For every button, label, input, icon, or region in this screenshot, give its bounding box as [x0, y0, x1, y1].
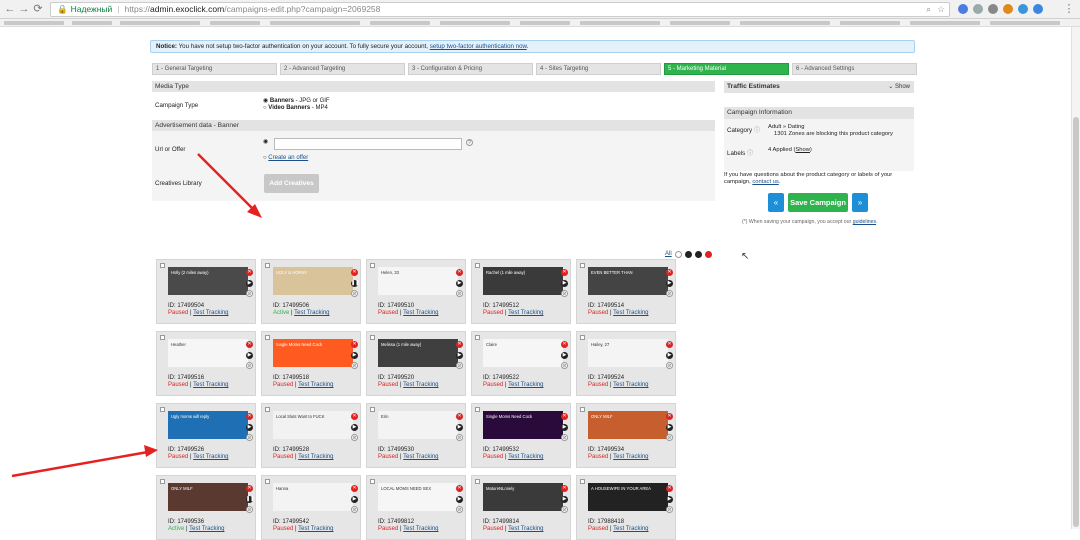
arrow-to-active-creative-top — [197, 153, 262, 218]
annotation-arrows — [11, 153, 262, 478]
mouse-cursor-icon: ↖ — [741, 251, 750, 262]
arrow-to-active-creative-bottom — [11, 445, 158, 478]
